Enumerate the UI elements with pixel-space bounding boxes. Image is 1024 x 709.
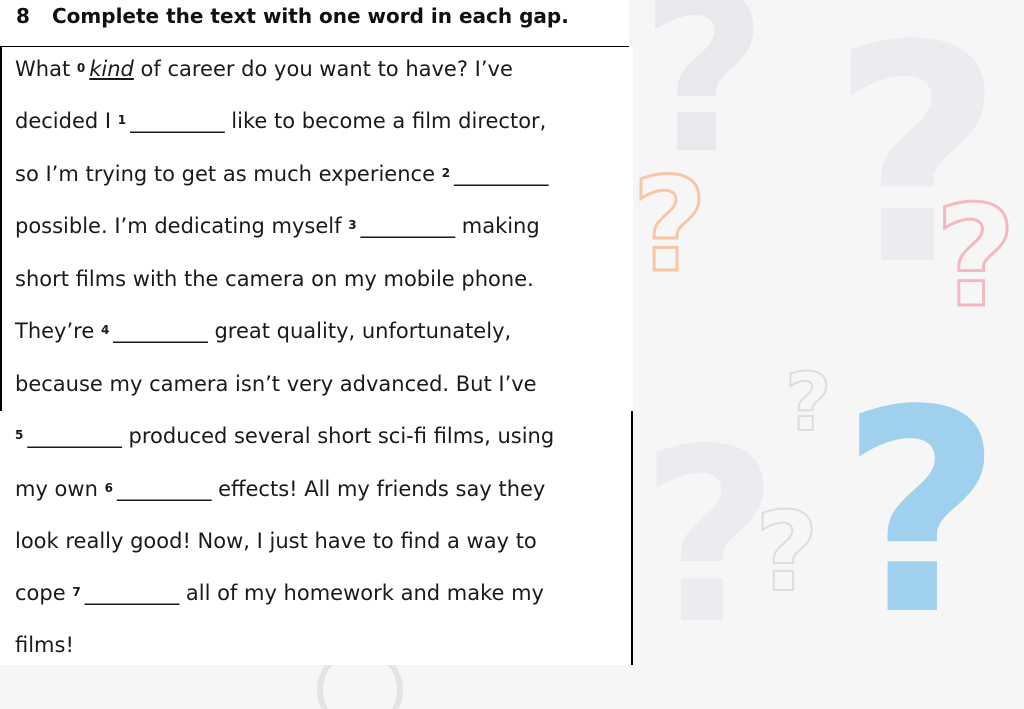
- gap-number: 3: [348, 218, 357, 232]
- question-mark-icon: ?: [631, 148, 709, 303]
- gap-number: 7: [72, 585, 81, 599]
- text-line: my own 6 _________ effects! All my friend…: [15, 477, 546, 501]
- text-line: because my camera isn’t very advanced. B…: [15, 372, 537, 396]
- svg-text:?: ?: [755, 488, 819, 616]
- exercise-header: 8 Complete the text with one word in eac…: [0, 0, 629, 48]
- example-answer: kind: [89, 57, 134, 81]
- gap-number: 4: [100, 323, 110, 337]
- gap-number: 6: [104, 481, 113, 495]
- text-line: short films with the camera on my mobile…: [15, 267, 534, 291]
- gap-number: 5: [15, 428, 24, 442]
- exercise-title: Complete the text with one word in each …: [52, 4, 569, 28]
- text-line: possible. I’m dedicating myself 3 _______…: [15, 214, 540, 238]
- text-line: films!: [15, 633, 74, 657]
- answer-gap-7[interactable]: _________: [85, 581, 180, 605]
- svg-text:?: ?: [840, 351, 1002, 677]
- exercise-text-panel: [0, 47, 633, 665]
- panel-border-left: [0, 47, 2, 411]
- gap-number: 2: [441, 166, 451, 180]
- answer-gap-2[interactable]: _________: [454, 162, 549, 186]
- text-line: look really good! Now, I just have to fi…: [15, 529, 537, 553]
- svg-text:?: ?: [632, 149, 707, 301]
- text-line: so I’m trying to get as much experience …: [15, 162, 549, 186]
- text-line: 5 _________ produced several short sci-fi…: [15, 424, 555, 448]
- svg-text:?: ?: [785, 356, 831, 449]
- text-line: decided I 1 _________ like to become a fi…: [15, 109, 547, 133]
- answer-gap-5[interactable]: _________: [27, 424, 122, 448]
- question-mark-icon: ?: [934, 175, 1018, 341]
- answer-gap-1[interactable]: _________: [130, 109, 225, 133]
- text-line: What 0 kind of career do you want to have…: [15, 57, 513, 81]
- question-mark-icon: ?: [840, 351, 1002, 677]
- gap-number: 0: [76, 61, 86, 75]
- panel-border-right: [631, 411, 633, 665]
- exercise-number: 8: [16, 4, 30, 28]
- svg-text:?: ?: [935, 176, 1016, 339]
- text-line: They’re 4 _________ great quality, unfort…: [15, 319, 512, 343]
- answer-gap-6[interactable]: _________: [117, 477, 212, 501]
- gap-number: 1: [117, 113, 127, 127]
- answer-gap-3[interactable]: _________: [361, 214, 456, 238]
- text-line: cope 7 _________ all of my homework and m…: [15, 581, 544, 605]
- answer-gap-4[interactable]: _________: [113, 319, 208, 343]
